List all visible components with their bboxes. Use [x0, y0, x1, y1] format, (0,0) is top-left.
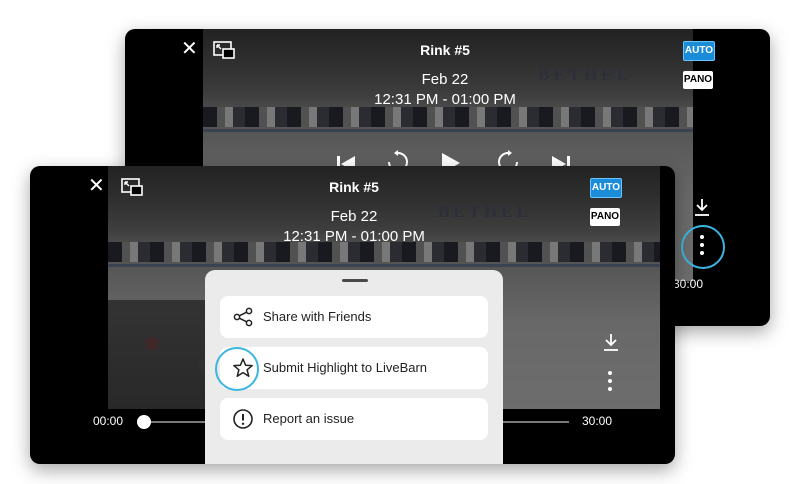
front-phone-screen: BETHEL ✕ Rink #5 Feb 22 12:31 PM - 01:00…: [30, 166, 675, 464]
end-time: 30:00: [673, 277, 704, 291]
auto-badge[interactable]: AUTO: [590, 178, 622, 198]
share-with-friends-option[interactable]: Share with Friends: [220, 296, 488, 338]
report-issue-option[interactable]: Report an issue: [220, 398, 488, 440]
progress-track-right[interactable]: [503, 421, 569, 423]
rink-title: Rink #5: [329, 179, 379, 195]
picture-in-picture-icon[interactable]: [121, 178, 143, 201]
share-icon: [233, 307, 253, 327]
more-options-icon[interactable]: [607, 370, 613, 392]
close-icon[interactable]: ✕: [181, 39, 198, 59]
alert-circle-icon: [233, 409, 253, 429]
close-icon[interactable]: ✕: [88, 176, 105, 196]
game-date: Feb 22: [330, 208, 378, 225]
end-time: 30:00: [582, 414, 613, 428]
option-label: Share with Friends: [263, 309, 372, 324]
game-date: Feb 22: [421, 71, 469, 88]
highlight-ring: [215, 347, 259, 391]
pano-badge[interactable]: PANO: [590, 208, 620, 226]
download-icon[interactable]: [693, 197, 711, 217]
progress-track-left[interactable]: [142, 421, 206, 423]
pano-badge[interactable]: PANO: [683, 71, 713, 89]
auto-badge[interactable]: AUTO: [683, 41, 715, 61]
rink-title: Rink #5: [420, 42, 470, 58]
submit-highlight-option[interactable]: Submit Highlight to LiveBarn: [220, 347, 488, 389]
game-time-range: 12:31 PM - 01:00 PM: [374, 91, 516, 108]
picture-in-picture-icon[interactable]: [213, 41, 235, 64]
option-label: Submit Highlight to LiveBarn: [263, 360, 428, 375]
sheet-handle[interactable]: [342, 279, 368, 282]
game-time-range: 12:31 PM - 01:00 PM: [283, 228, 425, 245]
progress-knob[interactable]: [137, 415, 151, 429]
download-icon[interactable]: [602, 332, 620, 352]
date-time: Feb 22 12:31 PM - 01:00 PM: [230, 207, 478, 247]
date-time: Feb 22 12:31 PM - 01:00 PM: [325, 70, 565, 110]
option-label: Report an issue: [263, 411, 355, 426]
start-time: 00:00: [93, 414, 124, 428]
more-options-icon[interactable]: [699, 233, 705, 257]
